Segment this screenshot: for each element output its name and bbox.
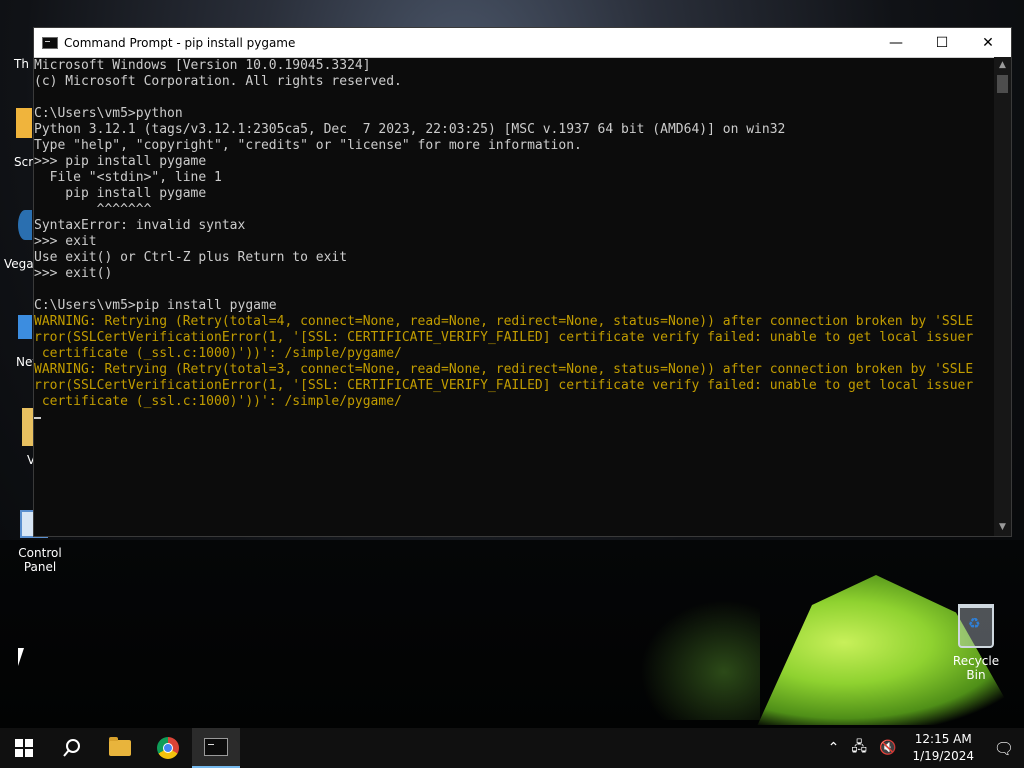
chrome-icon	[157, 737, 179, 759]
vegas-app-icon	[18, 210, 32, 240]
desktop-icon-this-pc[interactable]: Th	[14, 57, 29, 71]
windows-start-icon	[15, 739, 33, 757]
search-icon	[63, 739, 80, 757]
console-warning-line: rror(SSLCertVerificationError(1, '[SSL: …	[34, 330, 974, 345]
network-icon[interactable]: 🖧	[845, 736, 873, 760]
clock-date: 1/19/2024	[912, 749, 974, 763]
console-warning-line: WARNING: Retrying (Retry(total=3, connec…	[34, 362, 974, 377]
console-line: pip install pygame	[34, 186, 207, 201]
console-line: >>> pip install pygame	[34, 154, 207, 169]
close-icon: ✕	[982, 34, 994, 51]
console-warning-line: WARNING: Retrying (Retry(total=4, connec…	[34, 314, 974, 329]
wallpaper-grass	[640, 600, 760, 720]
desktop-icon-label: Th	[14, 57, 29, 71]
notification-icon: 🗨	[993, 738, 1015, 758]
console-output[interactable]: Microsoft Windows [Version 10.0.19045.33…	[34, 57, 994, 536]
command-prompt-icon	[204, 738, 228, 756]
console-line: ^^^^^^^	[34, 202, 152, 217]
maximize-icon: ☐	[935, 34, 949, 51]
minimize-icon: —	[889, 34, 903, 51]
command-prompt-taskbar-button[interactable]	[192, 728, 240, 768]
action-center-button[interactable]: 🗨	[984, 728, 1024, 768]
search-button[interactable]	[48, 728, 96, 768]
console-line: Python 3.12.1 (tags/v3.12.1:2305ca5, Dec…	[34, 122, 786, 137]
console-warning-line: rror(SSLCertVerificationError(1, '[SSL: …	[34, 378, 974, 393]
recycle-bin-icon	[958, 604, 994, 648]
taskbar: ⌃ 🖧 🔇 12:15 AM 1/19/2024 🗨	[0, 728, 1024, 768]
scroll-thumb[interactable]	[997, 75, 1008, 93]
network-icon	[18, 315, 32, 339]
file-explorer-button[interactable]	[96, 728, 144, 768]
console-warning-line: certificate (_ssl.c:1000)'))': /simple/p…	[34, 346, 402, 361]
window-title: Command Prompt - pip install pygame	[64, 35, 296, 50]
system-tray: ⌃ 🖧 🔇 12:15 AM 1/19/2024 🗨	[822, 728, 1024, 768]
console-line: Use exit() or Ctrl-Z plus Return to exit	[34, 250, 348, 265]
console-cursor	[34, 410, 994, 426]
clock-time: 12:15 AM	[914, 732, 972, 746]
maximize-button[interactable]: ☐	[919, 28, 965, 57]
console-line: SyntaxError: invalid syntax	[34, 218, 246, 233]
chrome-button[interactable]	[144, 728, 192, 768]
show-hidden-icons-chevron-icon[interactable]: ⌃	[822, 740, 846, 756]
console-line: Type "help", "copyright", "credits" or "…	[34, 138, 582, 153]
console-line: C:\Users\vm5>pip install pygame	[34, 298, 277, 313]
desktop-icon-label: Recycle Bin	[952, 654, 1000, 682]
volume-muted-icon[interactable]: 🔇	[873, 740, 902, 756]
window-titlebar[interactable]: Command Prompt - pip install pygame — ☐ …	[34, 28, 1011, 58]
desktop-icon-recycle-bin[interactable]: Recycle Bin	[944, 604, 1008, 682]
console-line: C:\Users\vm5>python	[34, 106, 183, 121]
file-explorer-icon	[109, 737, 131, 756]
mouse-pointer-icon	[18, 648, 24, 666]
command-prompt-window[interactable]: Command Prompt - pip install pygame — ☐ …	[33, 27, 1012, 537]
console-warning-line: certificate (_ssl.c:1000)'))': /simple/p…	[34, 394, 402, 409]
minimize-button[interactable]: —	[873, 28, 919, 57]
console-line: >>> exit	[34, 234, 97, 249]
console-line: >>> exit()	[34, 266, 113, 281]
console-line: File "<stdin>", line 1	[34, 170, 222, 185]
close-button[interactable]: ✕	[965, 28, 1011, 57]
desktop-icon-label: Control Panel	[18, 546, 62, 574]
start-button[interactable]	[0, 728, 48, 768]
console-line: (c) Microsoft Corporation. All rights re…	[34, 74, 402, 89]
scroll-up-arrow[interactable]: ▲	[994, 57, 1011, 74]
console-line: Microsoft Windows [Version 10.0.19045.33…	[34, 58, 371, 73]
clock[interactable]: 12:15 AM 1/19/2024	[902, 731, 984, 765]
vertical-scrollbar[interactable]: ▲ ▼	[994, 57, 1011, 536]
command-prompt-icon	[42, 36, 58, 49]
scroll-down-arrow[interactable]: ▼	[994, 519, 1011, 536]
folder-icon	[16, 108, 32, 138]
